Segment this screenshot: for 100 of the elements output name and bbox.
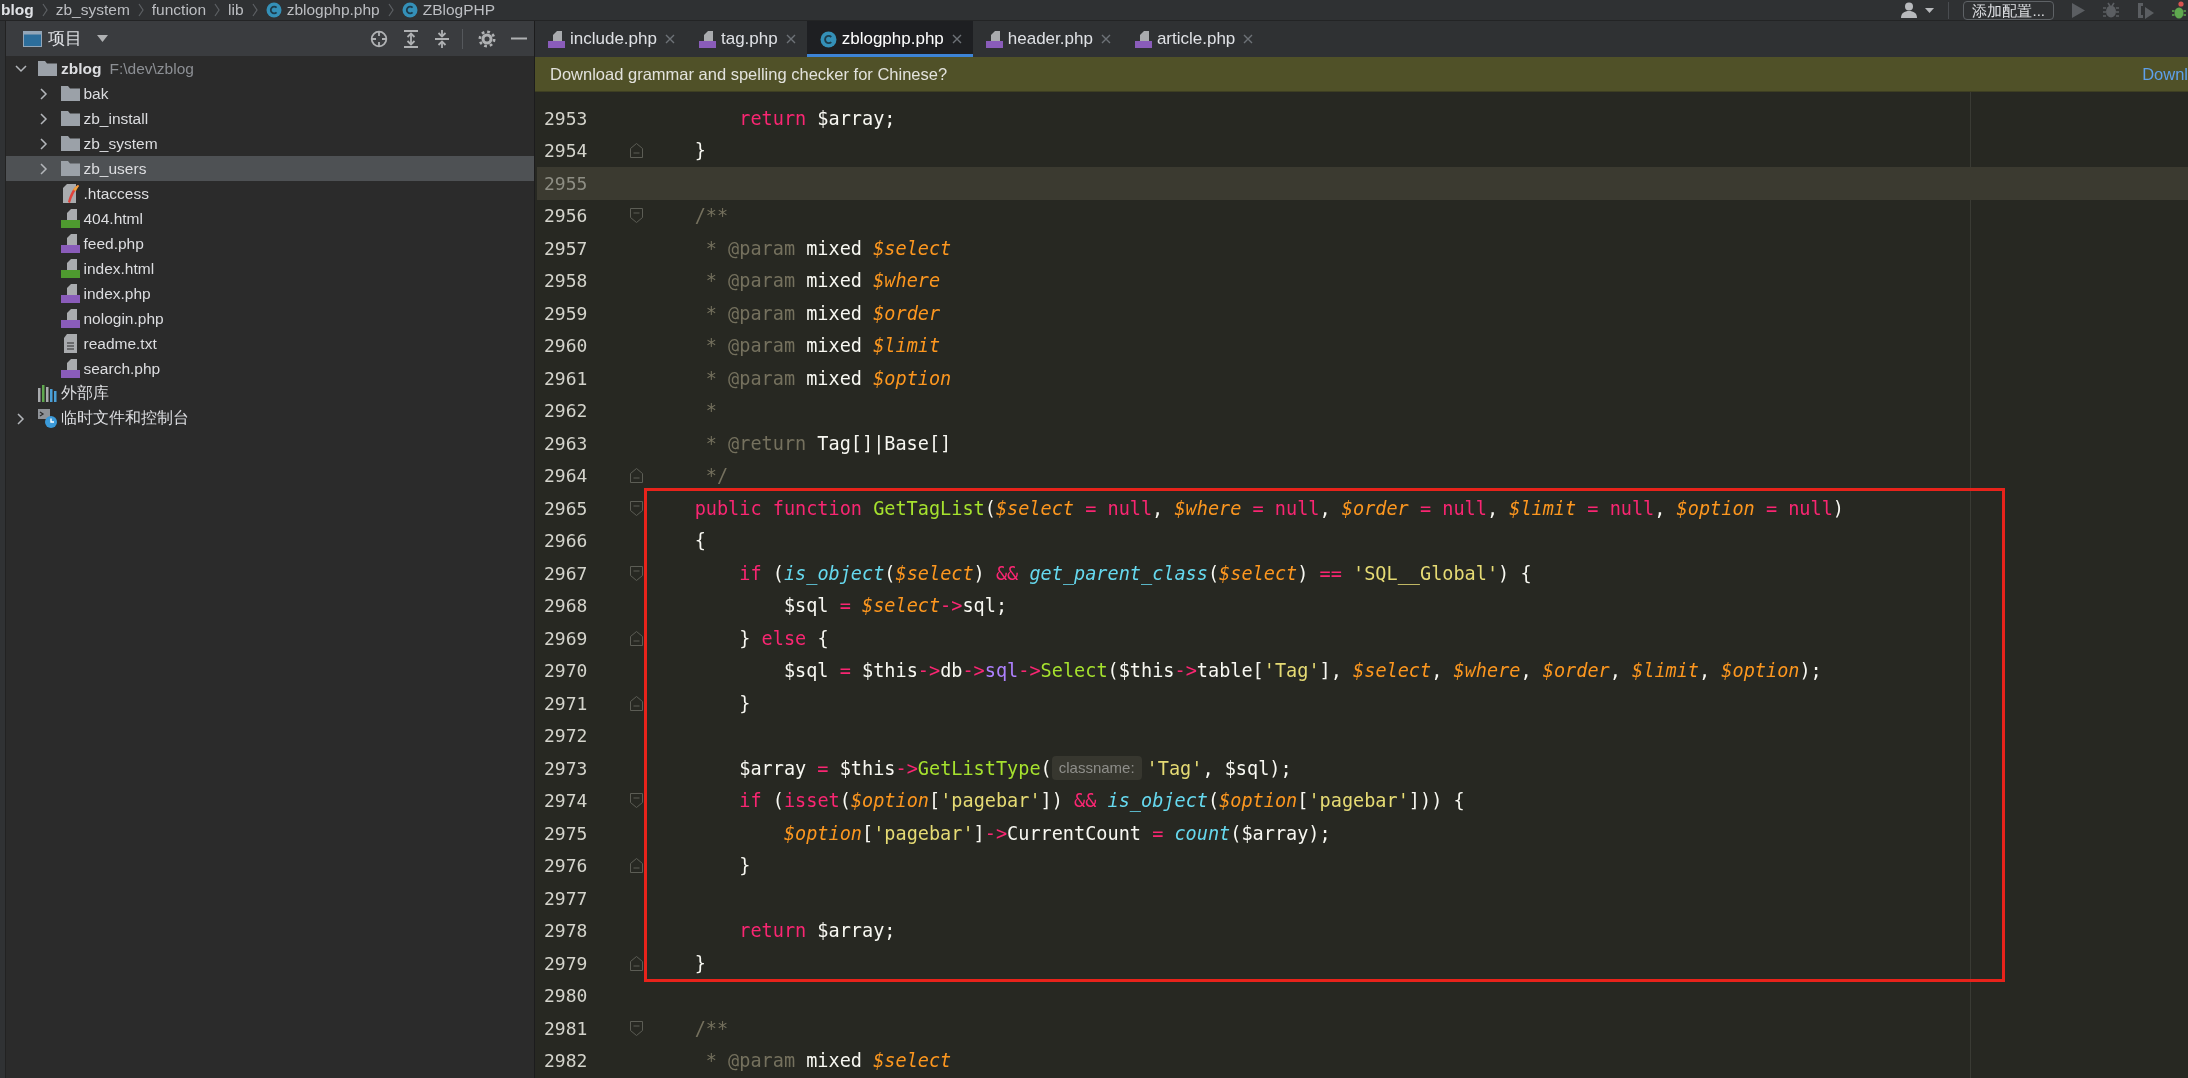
- tree-item[interactable]: 404.html: [6, 206, 534, 231]
- run-icon[interactable]: [2072, 2, 2085, 18]
- editor-tab[interactable]: header.php: [972, 21, 1122, 57]
- tree-item[interactable]: zb_system: [6, 131, 534, 156]
- breadcrumb-separator-icon: [137, 3, 144, 17]
- chevron-right-icon[interactable]: [39, 112, 48, 125]
- fold-marker-icon[interactable]: [630, 955, 643, 971]
- minimize-icon[interactable]: [511, 37, 527, 40]
- settings-icon[interactable]: [478, 29, 496, 48]
- breadcrumb-item[interactable]: blog: [1, 1, 34, 19]
- line-number: 2953: [544, 107, 589, 129]
- line-number: 2980: [544, 985, 589, 1007]
- line-number: 2977: [544, 887, 589, 909]
- chevron-right-icon[interactable]: [39, 87, 48, 100]
- tree-item[interactable]: feed.php: [6, 231, 534, 256]
- bug-icon[interactable]: [2103, 2, 2119, 18]
- fold-marker-icon[interactable]: [630, 500, 643, 516]
- breadcrumb-item[interactable]: function: [151, 1, 207, 19]
- breadcrumb-separator-icon: [251, 3, 258, 17]
- breadcrumb-item[interactable]: ZBlogPHP: [401, 1, 496, 19]
- code-text: 'Tag', $sql);: [1146, 757, 1292, 779]
- expand-all-icon[interactable]: [403, 29, 419, 48]
- close-icon[interactable]: [1100, 34, 1111, 44]
- coverage-icon[interactable]: [2137, 1, 2154, 19]
- editor-tab[interactable]: include.php: [535, 21, 686, 57]
- editor-tab[interactable]: article.php: [1121, 21, 1265, 57]
- code-text: $sql = $this->db->sql->Select($this->table['Tag'], $select, $where, $order, $limit, $option);: [783, 660, 1822, 682]
- fold-marker-icon[interactable]: [630, 695, 643, 711]
- line-number: 2969: [544, 627, 589, 649]
- breadcrumb-item[interactable]: lib: [228, 1, 244, 19]
- chevron-down-icon[interactable]: [15, 64, 27, 73]
- fold-marker-icon[interactable]: [630, 793, 643, 809]
- line-number: 2974: [544, 790, 589, 812]
- breadcrumb-separator-icon: [214, 3, 221, 17]
- chevron-right-icon[interactable]: [39, 137, 48, 150]
- line-number: 2982: [544, 1050, 589, 1072]
- fold-marker-icon[interactable]: [630, 565, 643, 581]
- fold-marker-icon[interactable]: [630, 208, 643, 224]
- php-file-icon: [985, 30, 1003, 48]
- tree-item[interactable]: 外部库: [6, 381, 534, 406]
- code-text: $option['pagebar']->CurrentCount = count($array);: [783, 822, 1331, 844]
- tree-item[interactable]: zb_install: [6, 106, 534, 131]
- collapse-all-icon[interactable]: [434, 29, 450, 48]
- close-icon[interactable]: [785, 34, 796, 44]
- tree-item[interactable]: zblog F:\dev\zblog: [6, 56, 534, 81]
- editor-tab[interactable]: tag.php: [685, 21, 807, 57]
- tree-item[interactable]: zb_users: [6, 156, 534, 181]
- line-number: 2964: [544, 465, 589, 487]
- folder-icon: [60, 161, 80, 176]
- tree-item[interactable]: search.php: [6, 356, 534, 381]
- breadcrumb-item[interactable]: zblogphp.php: [265, 1, 380, 19]
- code-text: } else {: [739, 627, 829, 649]
- line-number: 2978: [544, 920, 589, 942]
- editor-tab[interactable]: zblogphp.php: [806, 21, 973, 57]
- php-file-icon: [548, 30, 565, 48]
- tree-item[interactable]: .htaccess: [6, 181, 534, 206]
- code-text: * @param mixed $select: [705, 237, 952, 259]
- fold-marker-icon[interactable]: [630, 1020, 643, 1036]
- line-number: 2975: [544, 822, 589, 844]
- php-file-icon: [698, 30, 716, 48]
- line-number: 2981: [544, 1017, 589, 1039]
- tree-item[interactable]: index.html: [6, 256, 534, 281]
- fold-marker-icon[interactable]: [630, 630, 643, 646]
- code-text: * @param mixed $select: [705, 1050, 952, 1072]
- breadcrumb-item[interactable]: zb_system: [55, 1, 130, 19]
- fold-marker-icon[interactable]: [630, 143, 643, 159]
- breadcrumb-separator-icon: [41, 3, 48, 17]
- caret-icon: [97, 35, 108, 42]
- close-icon[interactable]: [664, 34, 675, 44]
- folder-icon: [38, 61, 57, 76]
- window-icon: [23, 30, 42, 47]
- code-text: $sql = $select->sql;: [783, 595, 1008, 617]
- code-text: *: [705, 400, 717, 422]
- chevron-right-icon[interactable]: [39, 162, 48, 175]
- locate-icon[interactable]: [370, 29, 388, 48]
- project-view-dropdown[interactable]: 项目: [48, 27, 108, 50]
- fold-marker-icon[interactable]: [630, 468, 643, 484]
- tree-item[interactable]: bak: [6, 81, 534, 106]
- tree-item[interactable]: nologin.php: [6, 306, 534, 331]
- chevron-right-icon[interactable]: [17, 412, 25, 425]
- add-configuration-button[interactable]: 添加配置...: [1963, 0, 2054, 20]
- close-icon[interactable]: [1243, 34, 1254, 44]
- bug-icon[interactable]: [2172, 1, 2186, 19]
- php-file-icon: [60, 359, 80, 378]
- banner-message: Download grammar and spelling checker for Chinese?: [550, 64, 948, 84]
- tree-item[interactable]: 临时文件和控制台: [6, 406, 534, 431]
- breadcrumb-separator-icon: [387, 3, 394, 17]
- tree-item[interactable]: readme.txt: [6, 331, 534, 356]
- line-number: 2968: [544, 595, 589, 617]
- php-file-icon: [60, 309, 80, 328]
- tree-item[interactable]: index.php: [6, 281, 534, 306]
- code-text: }: [739, 855, 751, 877]
- fold-marker-icon[interactable]: [630, 858, 643, 874]
- code-text: }: [694, 140, 706, 162]
- inlay-hint: classname:: [1051, 756, 1142, 781]
- user-icon[interactable]: [1900, 2, 1935, 18]
- close-icon[interactable]: [951, 34, 962, 44]
- line-number: 2970: [544, 660, 589, 682]
- line-number: 2965: [544, 497, 589, 519]
- line-number: 2955: [544, 172, 589, 194]
